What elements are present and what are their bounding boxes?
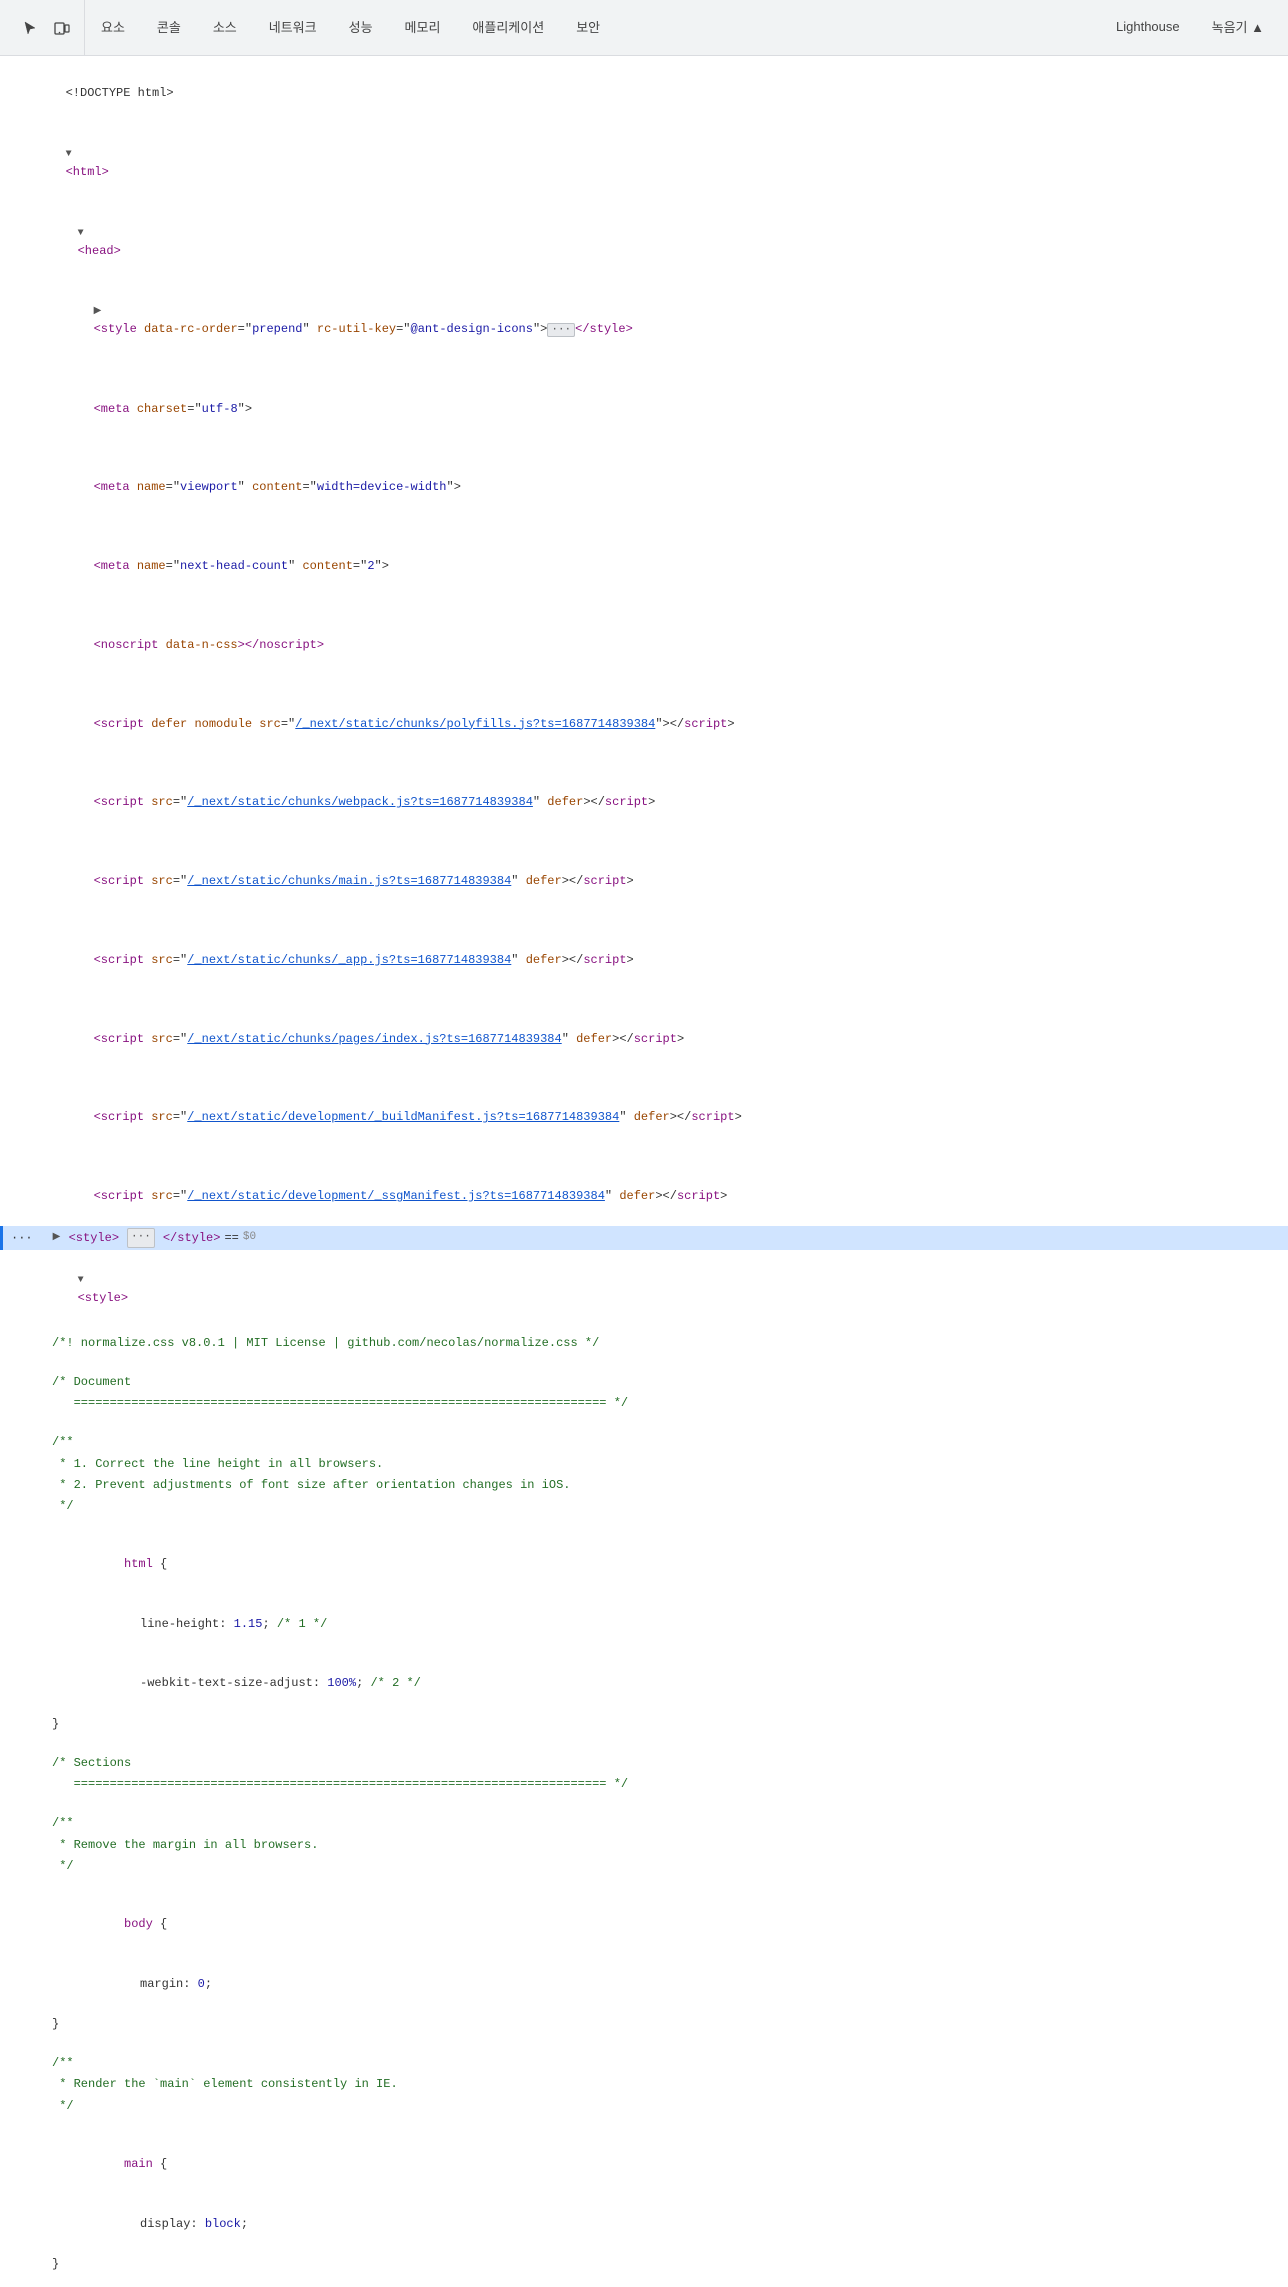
- dom-line[interactable]: <meta name="viewport" content="width=dev…: [0, 439, 1288, 518]
- three-dots-marker[interactable]: ··· <style> ··· </style> == $0: [0, 1226, 1288, 1250]
- expand-arrow[interactable]: [66, 147, 78, 163]
- css-line[interactable]: main {: [0, 2135, 1288, 2195]
- dom-line[interactable]: <style data-rc-order="prepend" rc-util-k…: [0, 281, 1288, 360]
- expand-arrow[interactable]: [78, 1273, 90, 1289]
- css-line[interactable]: /*! normalize.css v8.0.1 | MIT License |…: [0, 1333, 1288, 1354]
- dom-line[interactable]: <script src="/_next/static/chunks/_app.j…: [0, 911, 1288, 990]
- toolbar-icons: [8, 0, 85, 55]
- css-line[interactable]: margin: 0;: [0, 1955, 1288, 2015]
- tab-sources[interactable]: 소스: [197, 0, 253, 55]
- expand-arrow[interactable]: [78, 226, 90, 242]
- expand-arrow[interactable]: [53, 1230, 65, 1246]
- dom-line[interactable]: <!DOCTYPE html>: [0, 64, 1288, 124]
- css-line[interactable]: * 2. Prevent adjustments of font size af…: [0, 1475, 1288, 1496]
- css-line[interactable]: * Render the `main` element consistently…: [0, 2074, 1288, 2095]
- dom-panel: <!DOCTYPE html> <html> <head> <style dat…: [0, 56, 1288, 2287]
- toolbar-tabs: 요소 콘솔 소스 네트워크 성능 메모리 애플리케이션 보안 Lighthous…: [85, 0, 1280, 55]
- css-line[interactable]: /**: [0, 1813, 1288, 1834]
- dom-line[interactable]: <head>: [0, 202, 1288, 281]
- tab-lighthouse[interactable]: Lighthouse: [1100, 0, 1196, 55]
- css-line[interactable]: */: [0, 1856, 1288, 1877]
- css-content: /*! normalize.css v8.0.1 | MIT License |…: [0, 1329, 1288, 2279]
- css-line[interactable]: /**: [0, 1432, 1288, 1453]
- css-line: [0, 1735, 1288, 1753]
- expand-arrow[interactable]: [94, 304, 106, 320]
- css-line: [0, 1877, 1288, 1895]
- dom-line[interactable]: <script src="/_next/static/development/_…: [0, 1069, 1288, 1148]
- css-line[interactable]: display: block;: [0, 2194, 1288, 2254]
- css-line[interactable]: */: [0, 2096, 1288, 2117]
- tab-elements[interactable]: 요소: [85, 0, 141, 55]
- css-line: [0, 1414, 1288, 1432]
- css-line[interactable]: ========================================…: [0, 1774, 1288, 1795]
- inspect-element-button[interactable]: [16, 14, 44, 42]
- css-line[interactable]: * 1. Correct the line height in all brow…: [0, 1454, 1288, 1475]
- tab-record[interactable]: 녹음기 ▲: [1196, 0, 1280, 55]
- css-line: [0, 2117, 1288, 2135]
- dom-line[interactable]: <script src="/_next/static/chunks/webpac…: [0, 754, 1288, 833]
- css-line[interactable]: */: [0, 1496, 1288, 1517]
- dom-line[interactable]: <html>: [0, 124, 1288, 203]
- css-line[interactable]: * Remove the margin in all browsers.: [0, 1835, 1288, 1856]
- tab-console[interactable]: 콘솔: [141, 0, 197, 55]
- tab-security[interactable]: 보안: [560, 0, 616, 55]
- ellipsis-badge[interactable]: ···: [547, 323, 575, 337]
- tab-memory[interactable]: 메모리: [389, 0, 457, 55]
- dom-line[interactable]: <meta name="next-head-count" content="2"…: [0, 518, 1288, 597]
- css-line: [0, 1354, 1288, 1372]
- css-line[interactable]: }: [0, 2254, 1288, 2275]
- device-toolbar-button[interactable]: [48, 14, 76, 42]
- css-line[interactable]: ========================================…: [0, 1393, 1288, 1414]
- dom-line[interactable]: <script src="/_next/static/chunks/main.j…: [0, 833, 1288, 912]
- dom-tree: <!DOCTYPE html> <html> <head> <style dat…: [0, 56, 1288, 2287]
- css-line: [0, 1795, 1288, 1813]
- css-line[interactable]: body {: [0, 1895, 1288, 1955]
- css-line[interactable]: }: [0, 1714, 1288, 1735]
- devtools-toolbar: 요소 콘솔 소스 네트워크 성능 메모리 애플리케이션 보안 Lighthous…: [0, 0, 1288, 56]
- css-line[interactable]: -webkit-text-size-adjust: 100%; /* 2 */: [0, 1654, 1288, 1714]
- dom-line[interactable]: <meta charset="utf-8">: [0, 360, 1288, 439]
- ellipsis-badge-selected[interactable]: ···: [127, 1228, 155, 1248]
- css-line[interactable]: }: [0, 2014, 1288, 2035]
- tab-performance[interactable]: 성능: [333, 0, 389, 55]
- tab-network[interactable]: 네트워크: [253, 0, 333, 55]
- css-line: [0, 2035, 1288, 2053]
- css-line[interactable]: /**: [0, 2053, 1288, 2074]
- css-line[interactable]: html {: [0, 1535, 1288, 1595]
- dom-line[interactable]: <script src="/_next/static/chunks/pages/…: [0, 990, 1288, 1069]
- tab-application[interactable]: 애플리케이션: [456, 0, 560, 55]
- dom-line[interactable]: <script src="/_next/static/development/_…: [0, 1148, 1288, 1227]
- css-line[interactable]: /* Document: [0, 1372, 1288, 1393]
- css-line[interactable]: /* Sections: [0, 1753, 1288, 1774]
- dom-line[interactable]: <noscript data-n-css></noscript>: [0, 596, 1288, 675]
- dom-line[interactable]: <style>: [0, 1250, 1288, 1329]
- css-line: [0, 1517, 1288, 1535]
- css-line[interactable]: line-height: 1.15; /* 1 */: [0, 1595, 1288, 1655]
- dom-line[interactable]: <script defer nomodule src="/_next/stati…: [0, 675, 1288, 754]
